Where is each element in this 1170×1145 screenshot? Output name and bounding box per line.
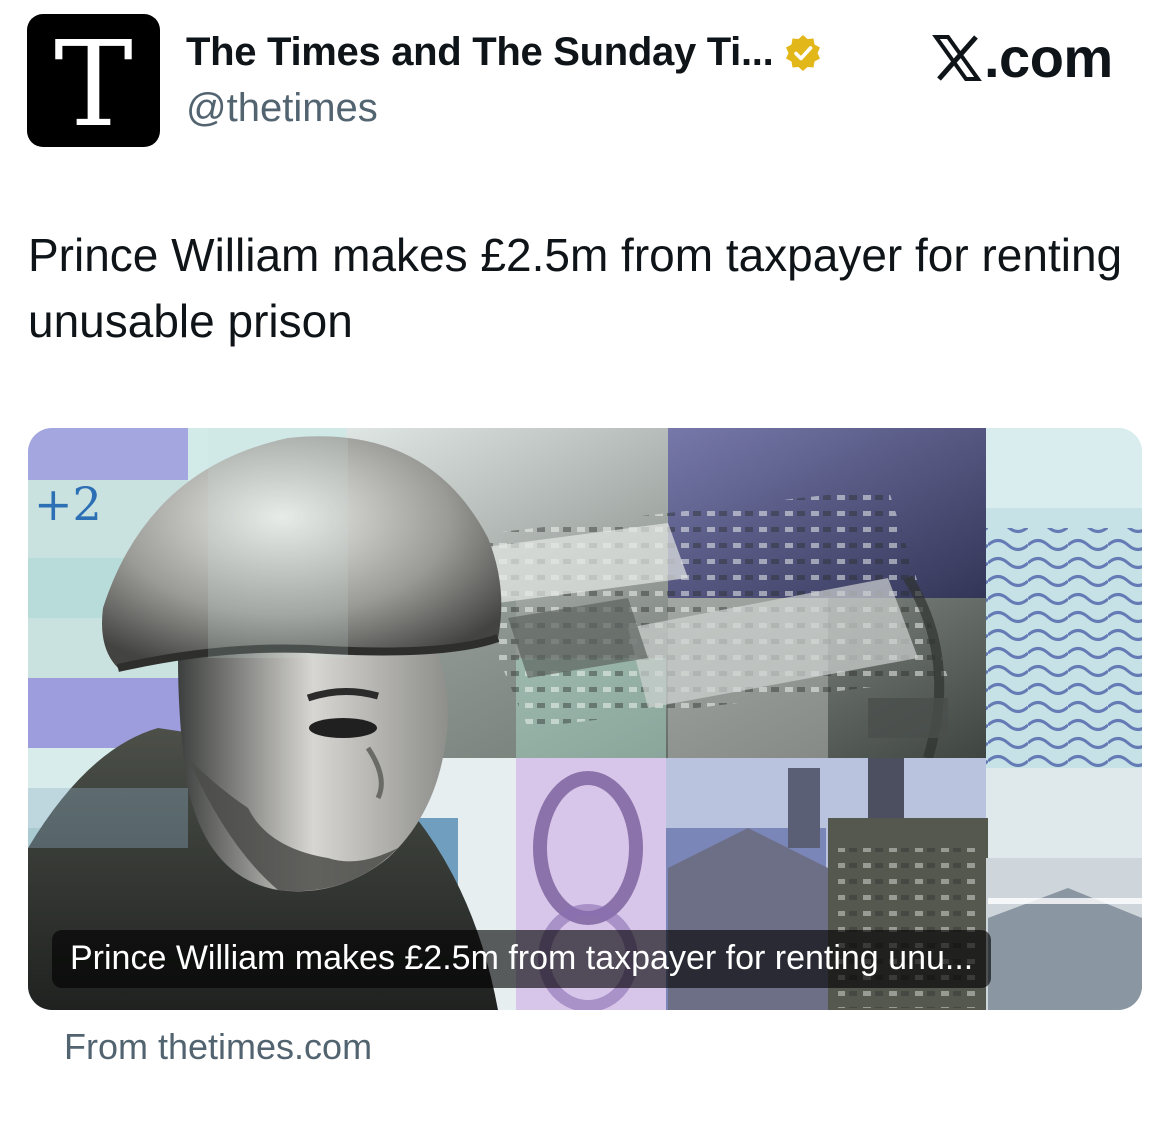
account-name-row[interactable]: The Times and The Sunday Ti... <box>186 30 823 75</box>
link-source-text[interactable]: From thetimes.com <box>64 1026 372 1068</box>
avatar-letter: T <box>54 14 133 147</box>
account-avatar[interactable]: T <box>27 14 160 147</box>
x-com-logo: .com <box>932 30 1113 86</box>
svg-text:+2: +2 <box>34 477 102 531</box>
account-display-name[interactable]: The Times and The Sunday Ti... <box>186 30 774 75</box>
account-handle[interactable]: @thetimes <box>186 86 378 131</box>
x-com-domain-text: .com <box>984 26 1113 89</box>
link-preview-card[interactable]: +2 Prince William makes £2.5m from taxpa… <box>28 428 1142 1010</box>
tweet-text: Prince William makes £2.5m from taxpayer… <box>28 229 1123 347</box>
x-logo-icon <box>932 35 982 81</box>
link-preview-caption: Prince William makes £2.5m from taxpayer… <box>52 930 992 988</box>
link-preview-image: +2 <box>28 428 1142 1010</box>
verified-badge-icon <box>786 34 821 71</box>
tweet-header: T The Times and The Sunday Ti... @thetim… <box>0 0 1170 160</box>
